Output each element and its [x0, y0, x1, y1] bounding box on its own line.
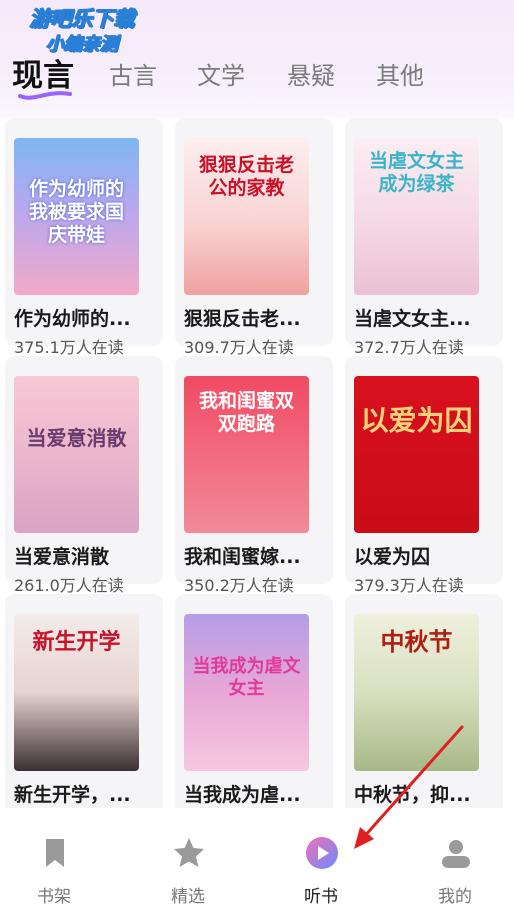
- book-grid: 作为幼师的我被要求国庆带娃 作为幼师的... 375.1万人在读 狠狠反击老公的…: [0, 118, 514, 808]
- book-cover[interactable]: 我和闺蜜双双跑路: [184, 376, 309, 533]
- cover-title: 新生开学: [32, 630, 121, 655]
- book-title[interactable]: 当我成为虐...: [184, 780, 332, 807]
- star-icon: [174, 838, 204, 867]
- book-cover[interactable]: 中秋节: [354, 614, 479, 771]
- cover-title: 以爱为囚: [360, 404, 473, 437]
- tab-xuanyi[interactable]: 悬疑: [287, 56, 335, 91]
- category-tabs: 现言 古言 文学 悬疑 其他: [0, 50, 514, 100]
- tab-wenxue[interactable]: 文学: [197, 56, 245, 91]
- book-title[interactable]: 新生开学，...: [14, 780, 162, 807]
- cover-title: 我和闺蜜双双跑路: [198, 390, 294, 435]
- cover-title: 当虐文女主成为绿茶: [368, 150, 464, 195]
- user-icon: [442, 840, 470, 868]
- book-cover[interactable]: 狠狠反击老公的家教: [184, 138, 309, 295]
- nav-label: 精选: [171, 887, 205, 905]
- book-cover[interactable]: 当爱意消散: [14, 376, 139, 533]
- book-card[interactable]: 狠狠反击老公的家教 狠狠反击老... 309.7万人在读: [170, 118, 333, 357]
- book-card[interactable]: 当虐文女主成为绿茶 当虐文女主... 372.7万人在读: [340, 118, 503, 357]
- read-count: 309.7万人在读: [184, 338, 294, 357]
- cover-title: 作为幼师的我被要求国庆带娃: [28, 178, 124, 246]
- book-title[interactable]: 狠狠反击老...: [184, 304, 332, 331]
- cover-title: 狠狠反击老公的家教: [198, 154, 294, 199]
- watermark-line-1: 游吧乐下载: [29, 7, 135, 32]
- book-card[interactable]: 以爱为囚 以爱为囚 379.3万人在读: [340, 356, 503, 595]
- read-count: 372.7万人在读: [354, 338, 464, 357]
- nav-profile[interactable]: 我的: [405, 808, 505, 905]
- book-card[interactable]: 当我成为虐文女主 当我成为虐...: [170, 594, 333, 808]
- book-cover[interactable]: 当虐文女主成为绿茶: [354, 138, 479, 295]
- book-title[interactable]: 以爱为囚: [354, 542, 502, 569]
- bottom-nav: 书架 精选 听书 我的: [0, 808, 514, 905]
- nav-label: 听书: [304, 887, 338, 905]
- nav-listen[interactable]: 听书: [271, 808, 371, 905]
- book-cover[interactable]: 新生开学: [14, 614, 139, 771]
- book-title[interactable]: 我和闺蜜嫁...: [184, 542, 332, 569]
- book-cover[interactable]: 作为幼师的我被要求国庆带娃: [14, 138, 139, 295]
- nav-featured[interactable]: 精选: [138, 808, 238, 905]
- tab-qita[interactable]: 其他: [376, 56, 424, 91]
- book-cover[interactable]: 以爱为囚: [354, 376, 479, 533]
- read-count: 379.3万人在读: [354, 576, 464, 595]
- book-card[interactable]: 中秋节 中秋节，抑...: [340, 594, 503, 808]
- nav-label: 我的: [438, 887, 472, 905]
- cover-title: 当爱意消散: [26, 426, 127, 450]
- cover-title: 当我成为虐文女主: [192, 656, 301, 699]
- book-card[interactable]: 我和闺蜜双双跑路 我和闺蜜嫁... 350.2万人在读: [170, 356, 333, 595]
- book-title[interactable]: 当虐文女主...: [354, 304, 502, 331]
- read-count: 375.1万人在读: [14, 338, 124, 357]
- book-card[interactable]: 作为幼师的我被要求国庆带娃 作为幼师的... 375.1万人在读: [0, 118, 163, 357]
- play-icon: [306, 837, 338, 869]
- nav-label: 书架: [37, 887, 71, 905]
- tab-guyan[interactable]: 古言: [109, 56, 157, 91]
- read-count: 350.2万人在读: [184, 576, 294, 595]
- book-cover[interactable]: 当我成为虐文女主: [184, 614, 309, 771]
- active-tab-underline: [18, 91, 72, 100]
- book-title[interactable]: 中秋节，抑...: [354, 780, 502, 807]
- book-title[interactable]: 作为幼师的...: [14, 304, 162, 331]
- book-card[interactable]: 新生开学 新生开学，...: [0, 594, 163, 808]
- nav-bookshelf[interactable]: 书架: [4, 808, 104, 905]
- read-count: 261.0万人在读: [14, 576, 124, 595]
- cover-title: 中秋节: [380, 628, 453, 656]
- header: 游吧乐下载 小编亲测 现言 古言 文学 悬疑 其他: [0, 0, 514, 118]
- book-card[interactable]: 当爱意消散 当爱意消散 261.0万人在读: [0, 356, 163, 595]
- book-title[interactable]: 当爱意消散: [14, 542, 162, 569]
- bookmark-icon: [46, 839, 64, 867]
